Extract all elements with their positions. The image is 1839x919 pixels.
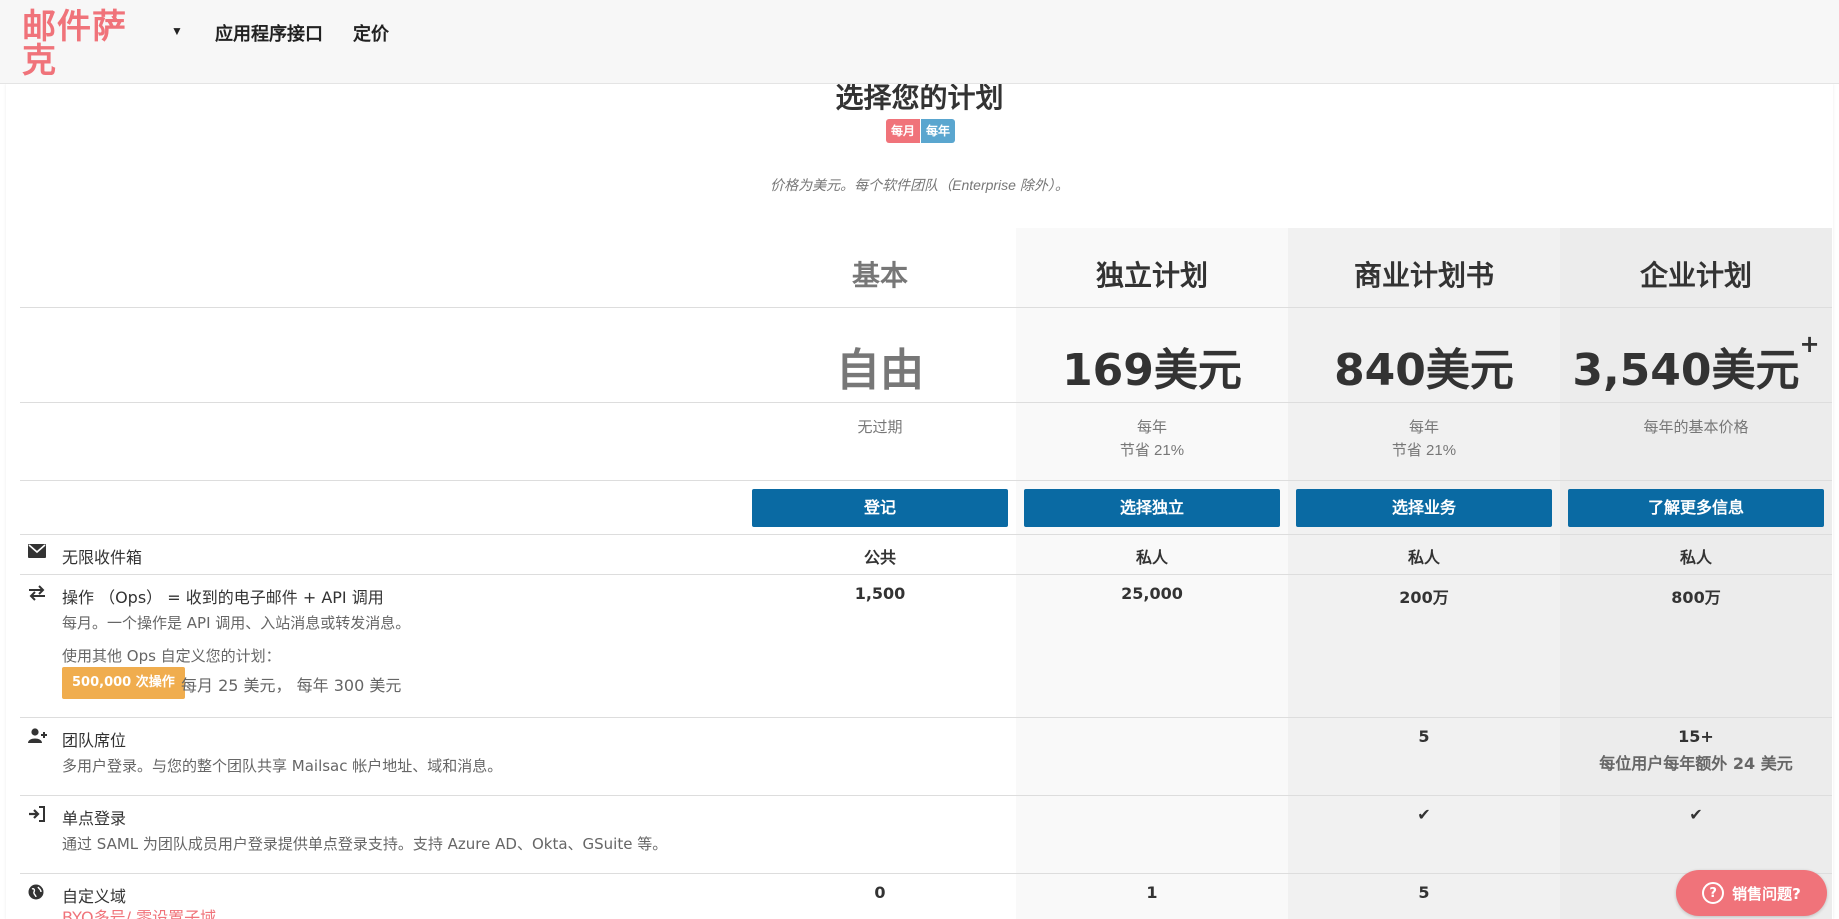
sales-question-label: 销售问题? [1732,884,1801,903]
toggle-yearly[interactable]: 每年 [921,119,956,143]
feature-desc-sso: 通过 SAML 为团队成员用户登录提供单点登录支持。支持 Azure AD、Ok… [62,835,668,853]
price-note: 价格为美元。每个软件团队（Enterprise 除外）。 [770,177,1069,193]
divider [20,795,1832,796]
plan-name-business: 商业计划书 [1353,259,1494,292]
plan-name-enterprise: 企业计划 [1639,259,1752,292]
sign-in-icon [28,806,48,822]
toggle-monthly[interactable]: 每月 [886,119,921,143]
byo-domain-link[interactable]: BYO多号 [62,908,126,919]
inbox-value-enterprise: 私人 [1679,548,1712,567]
nav-link-api[interactable]: 应用程序接口 [215,20,323,46]
feature-title-sso: 单点登录 [62,809,127,828]
ops-value-indie: 25,000 [1121,584,1183,603]
plan-price-enterprise: 3,540美元+ [1572,330,1820,396]
divider [20,534,1832,535]
plan-note-business: 每年 节省 21% [1391,419,1457,459]
price-plus: + [1799,330,1820,358]
team-enterprise-extra: 每位用户每年额外 24 美元 [1599,754,1793,773]
link-separator: / [125,908,137,919]
ops-addon-badge[interactable]: 500,000 次操作 [62,667,185,699]
exchange-icon [28,585,48,601]
sales-question-button[interactable]: ? 销售问题? [1676,870,1827,916]
domain-links: BYO多号/ 零设置子域 [62,904,216,919]
feature-desc-ops: 每月。一个操作是 API 调用、入站消息或转发消息。 [62,614,411,632]
ops-addon-price: 每月 25 美元， 每年 300 美元 [181,676,402,695]
user-plus-icon [28,728,48,744]
domain-value-business: 5 [1418,883,1430,902]
inbox-value-basic: 公共 [863,548,896,567]
inbox-value-business: 私人 [1407,548,1440,567]
domain-value-basic: 0 [874,883,886,902]
ops-value-enterprise: 800万 [1671,588,1721,607]
logo[interactable]: 邮件萨克 [22,10,142,78]
plan-name-indie: 独立计划 [1095,259,1208,292]
divider [20,717,1832,718]
ops-value-basic: 1,500 [854,584,906,603]
plan-note-basic: 无过期 [857,419,903,436]
ops-custom-label: 使用其他 Ops 自定义您的计划： [62,647,281,665]
globe-icon [28,884,48,900]
choose-business-button[interactable]: 选择业务 [1296,489,1552,527]
domain-value-indie: 1 [1146,883,1158,902]
divider [20,574,1832,575]
plan-name-basic: 基本 [851,259,908,292]
ops-value-business: 200万 [1399,588,1449,607]
choose-indie-button[interactable]: 选择独立 [1024,489,1280,527]
feature-title-ops: 操作 （Ops） = 收到的电子邮件 + API 调用 [62,588,384,607]
signup-button[interactable]: 登记 [752,489,1008,527]
question-circle-icon: ? [1702,882,1725,904]
team-value-enterprise: 15+ [1678,727,1714,746]
feature-title-team: 团队席位 [62,731,127,750]
plan-price-business: 840美元 [1334,345,1514,396]
feature-title-inboxes: 无限收件箱 [62,548,143,567]
divider [20,480,1832,481]
plan-note-enterprise: 每年的基本价格 [1643,419,1749,436]
divider [20,307,1832,308]
feature-desc-team: 多用户登录。与您的整个团队共享 Mailsac 帐户地址、域和消息。 [62,757,503,775]
team-value-business: 5 [1418,727,1430,746]
plan-note-indie: 每年 节省 21% [1119,419,1185,459]
inbox-value-indie: 私人 [1135,548,1168,567]
nav-link-pricing[interactable]: 定价 [353,20,389,46]
envelope-icon [28,544,48,558]
plan-price-basic: 自由 [836,345,924,396]
check-icon: ✔ [1417,805,1431,824]
learn-more-button[interactable]: 了解更多信息 [1568,489,1824,527]
check-icon: ✔ [1689,805,1703,824]
billing-toggle: 每月 每年 [886,119,956,143]
divider [20,873,1832,874]
chevron-down-icon[interactable]: ▼ [171,24,183,38]
top-navbar: 邮件萨克 ▼ 应用程序接口 定价 [0,0,1839,84]
plan-price-indie: 169美元 [1062,345,1242,396]
subdomain-link[interactable]: 零设置子域 [136,908,216,919]
divider [20,402,1832,403]
